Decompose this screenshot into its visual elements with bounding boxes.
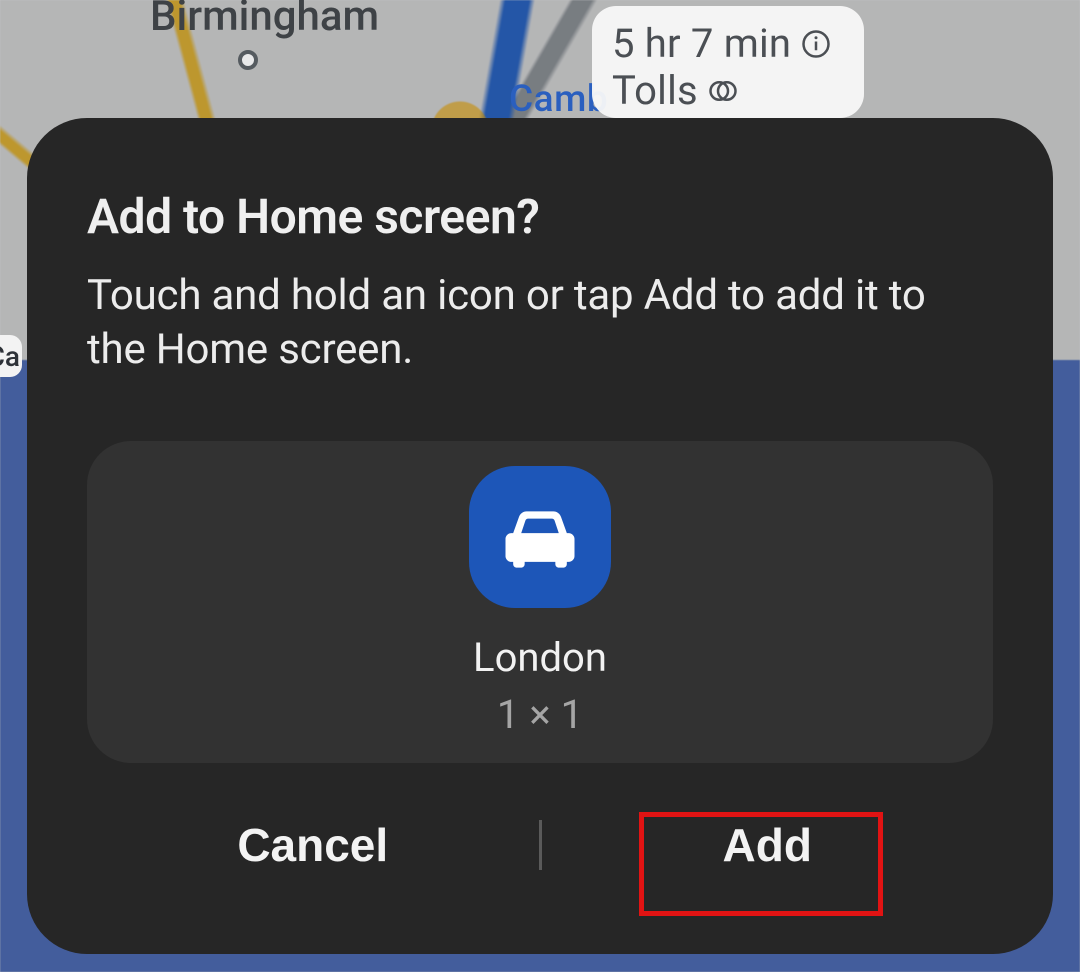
shortcut-name: London	[473, 634, 607, 681]
map-city-marker	[238, 50, 258, 70]
toll-icon	[708, 76, 738, 106]
dialog-title: Add to Home screen?	[87, 188, 993, 245]
dialog-description: Touch and hold an icon or tap Add to add…	[87, 269, 993, 377]
map-edge-label: Ca	[0, 335, 22, 377]
route-condition: Tolls	[612, 67, 698, 114]
add-button-highlight	[639, 812, 883, 916]
add-to-home-dialog: Add to Home screen? Touch and hold an ic…	[27, 118, 1053, 954]
route-info-card: 5 hr 7 min Tolls	[592, 6, 864, 118]
route-duration: 5 hr 7 min	[612, 20, 791, 67]
shortcut-size: 1 × 1	[497, 691, 583, 738]
car-icon[interactable]	[469, 466, 611, 608]
info-icon	[801, 29, 831, 59]
cancel-button[interactable]: Cancel	[87, 792, 539, 898]
shortcut-preview[interactable]: London 1 × 1	[87, 441, 993, 763]
map-city-label: Birmingham	[150, 0, 379, 41]
